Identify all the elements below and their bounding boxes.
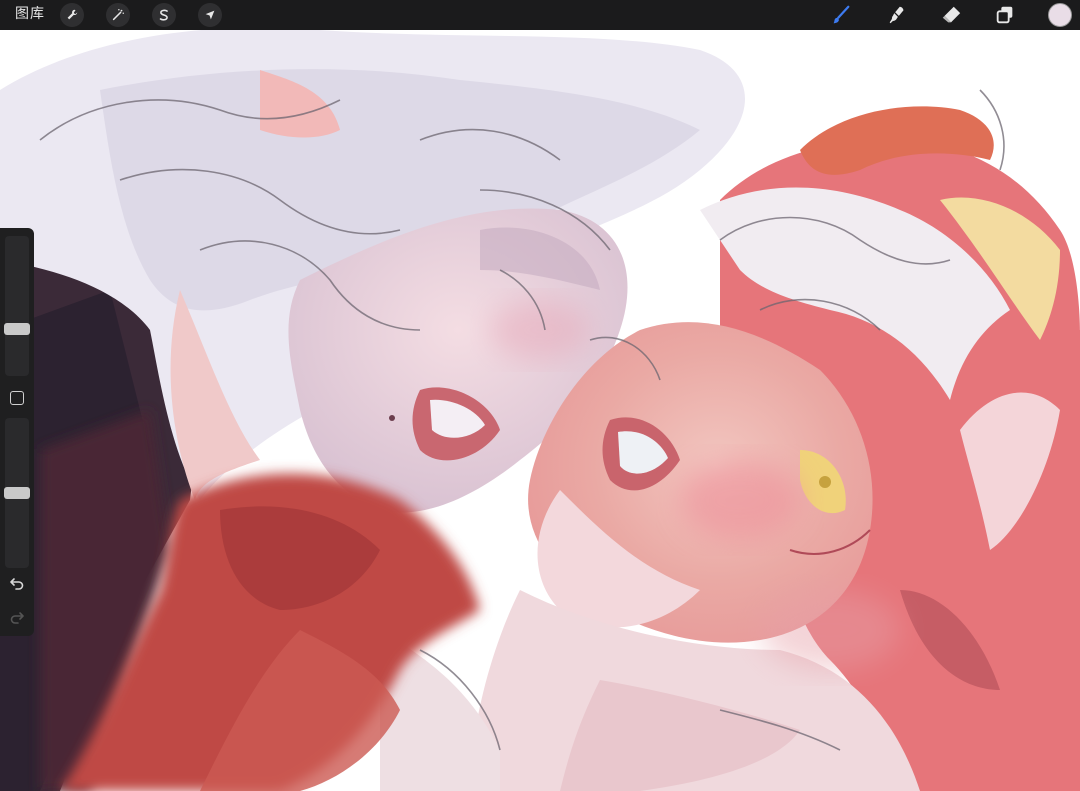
selection-s-icon (159, 9, 168, 21)
arrow-cursor-icon (205, 10, 215, 20)
eraser-tool-button[interactable] (938, 2, 964, 28)
modify-button[interactable] (10, 391, 24, 405)
brush-tool-button[interactable] (828, 2, 854, 28)
undo-icon (10, 578, 24, 590)
procreate-app: 图库 (0, 0, 1080, 791)
smudge-icon (889, 6, 904, 24)
transform-button[interactable] (198, 3, 222, 27)
redo-icon (10, 612, 24, 624)
gallery-button[interactable]: 图库 (15, 4, 45, 24)
redo-button[interactable] (8, 608, 26, 626)
undo-button[interactable] (8, 574, 26, 592)
brush-size-handle[interactable] (4, 323, 30, 336)
artwork-illustration (0, 30, 1080, 791)
actions-button[interactable] (60, 3, 84, 27)
opacity-handle[interactable] (4, 487, 30, 499)
brush-size-slider[interactable] (5, 236, 29, 376)
color-picker-button[interactable] (1048, 3, 1072, 27)
selection-button[interactable] (152, 3, 176, 27)
adjustments-button[interactable] (106, 3, 130, 27)
brush-icon (833, 5, 850, 24)
wrench-icon (67, 9, 78, 20)
layers-button[interactable] (992, 2, 1018, 28)
layers-icon (996, 6, 1013, 24)
smudge-tool-button[interactable] (884, 2, 910, 28)
drawing-canvas[interactable] (0, 30, 1080, 791)
eraser-icon (942, 6, 961, 23)
side-toolbar (0, 228, 34, 636)
magic-wand-icon (112, 9, 124, 21)
top-toolbar: 图库 (0, 0, 1080, 30)
